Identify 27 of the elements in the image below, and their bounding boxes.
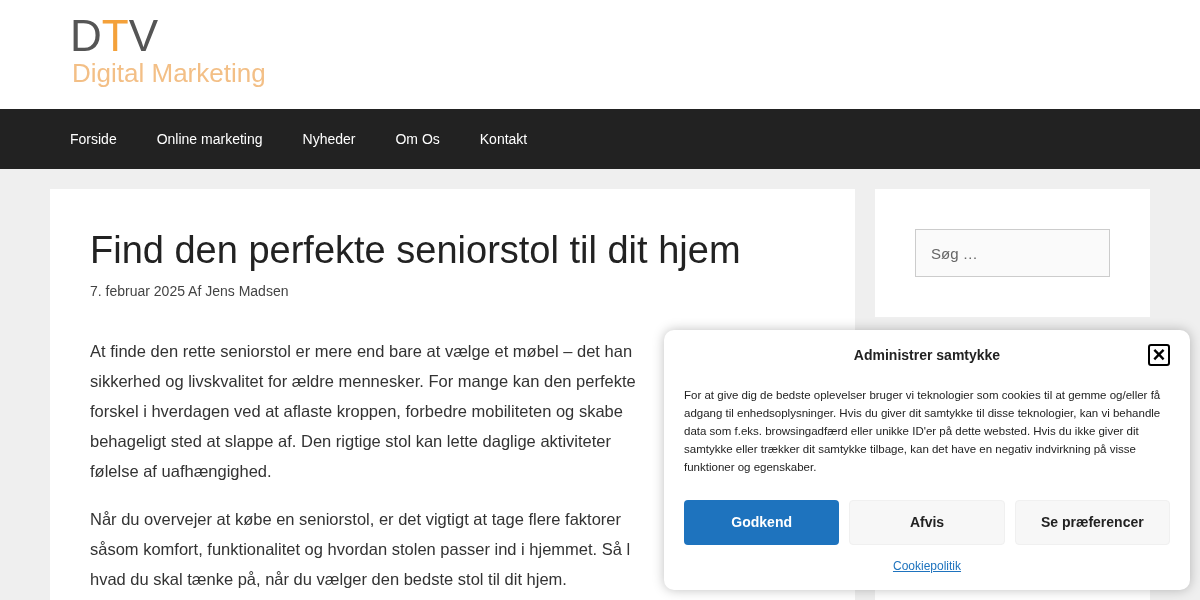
nav-link[interactable]: Nyheder	[282, 109, 376, 169]
search-field[interactable]: Søg …	[915, 229, 1110, 277]
logo-letter: T	[101, 16, 129, 56]
post-meta: 7. februar 2025 Af Jens Madsen	[90, 281, 289, 301]
paragraph-line: behageligt sted at slappe af. Den rigtige stol kan lette daglige aktiviteter	[90, 430, 611, 452]
paragraph-line: sikkerhed og livskvalitet for ældre mennesker. For mange kan den perfekte	[90, 370, 636, 392]
paragraph-line: såsom komfort, funktionalitet og hvordan stolen passer ind i hjemmet. Så l	[90, 538, 631, 560]
nav-link[interactable]: Online marketing	[136, 109, 283, 169]
article-title: Find den perfekte seniorstol til dit hjem	[90, 228, 741, 273]
paragraph-line: Når du overvejer at købe en seniorstol, er det vigtigt at tage flere faktorer	[90, 508, 621, 530]
cookie-policy-link[interactable]: Cookiepolitik	[892, 557, 961, 575]
nav-link[interactable]: Kontakt	[459, 109, 548, 169]
paragraph-line: forskel i hverdagen ved at aflaste kroppen, forbedre mobiliteten og skabe	[90, 400, 623, 422]
paragraph-line: følelse af uafhængighed.	[90, 460, 272, 482]
nav-link[interactable]: Om Os	[375, 109, 460, 169]
accept-button[interactable]: Godkend	[684, 500, 840, 545]
logo-tagline: Digital Marketing	[72, 57, 266, 90]
paragraph-line: hvad du skal tænke på, når du vælger den bedste stol til dit hjem.	[90, 568, 567, 590]
nav-link[interactable]: Forside	[50, 109, 137, 169]
logo-letter: V	[128, 16, 159, 56]
close-button[interactable]: ×	[1148, 344, 1170, 366]
paragraph-line: At finde den rette seniorstol er mere end bare at vælge et møbel – det han	[90, 340, 633, 362]
consent-text: For at give dig de bedste oplevelser bruger vi teknologier som cookies til at gemme og/eller få adgang til enhedsoplysninger. Hvis du giver dit samtykke til disse teknologier, kan vi behandle data som f.eks. browsingadfærd eller unikke ID'er på dette websted. Hvis du ikke giver dit samtykke eller trækker dit samtykke tilbage, kan det have en negativ indvirkning på visse funktioner og egenskaber.	[684, 388, 1162, 475]
dialog-title: Administrer samtykke	[853, 345, 1001, 365]
logo-letter: D	[70, 16, 102, 56]
consent-button[interactable]: Se præferencer	[1014, 500, 1170, 545]
consent-button[interactable]: Afvis	[849, 500, 1005, 545]
